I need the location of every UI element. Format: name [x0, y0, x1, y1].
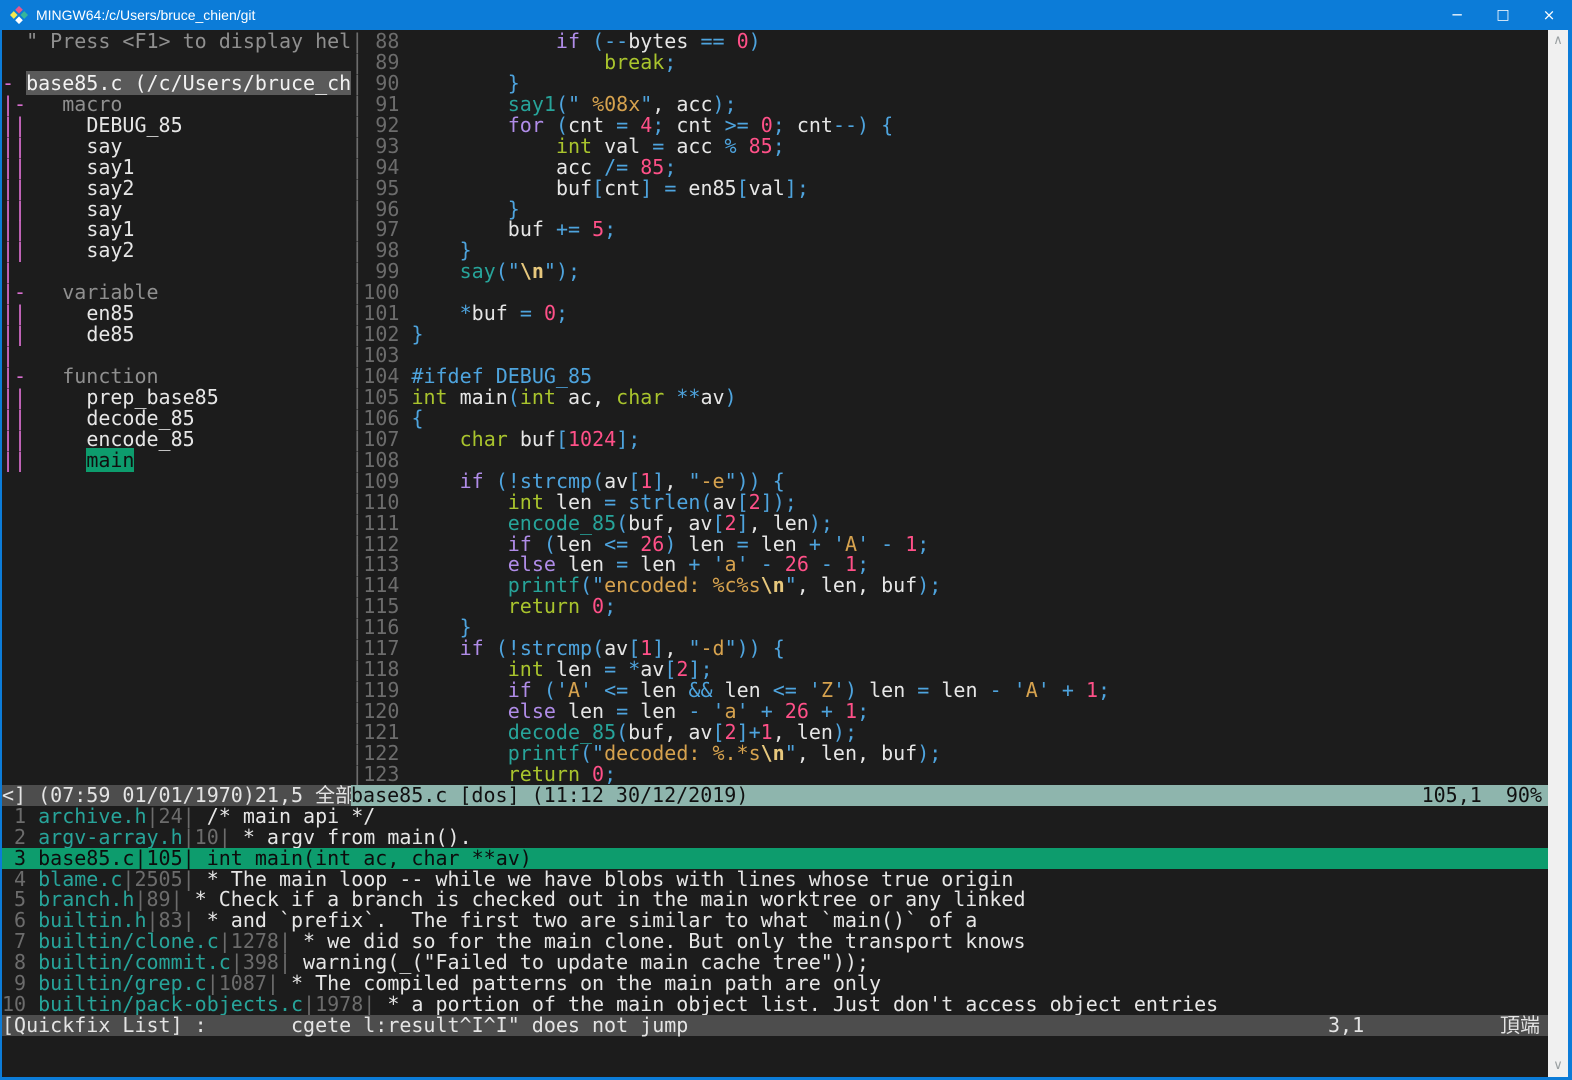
quickfix-item[interactable]: 9 builtin/grep.c|1087| * The compiled pa… [2, 973, 1548, 994]
terminal-row[interactable]: |120 else len = len - 'a' + 26 + 1; [2, 701, 1548, 722]
terminal-row[interactable]: |115 return 0; [2, 596, 1548, 617]
terminal-row[interactable]: |110 int len = strlen(av[2]); [2, 491, 1548, 513]
quickfix-item[interactable]: 10 builtin/pack-objects.c|1978| * a port… [2, 994, 1548, 1015]
quickfix-item[interactable]: 5 branch.h|89| * Check if a branch is ch… [2, 889, 1548, 910]
minimize-button[interactable]: ─ [1434, 0, 1480, 30]
terminal-row[interactable]: || say1 | 97 buf += 5; [2, 219, 1548, 240]
quickfix-item[interactable]: 6 builtin.h|83| * and `prefix`. The firs… [2, 910, 1548, 931]
title-bar[interactable]: MINGW64:/c/Users/bruce_chien/git ─ □ × [0, 0, 1572, 30]
terminal-row[interactable]: || main |108 [2, 447, 1548, 472]
scroll-down-icon[interactable]: ∨ [1548, 1058, 1568, 1074]
quickfix-item[interactable]: 2 argv-array.h|10| * argv from main(). [2, 826, 1548, 848]
window-controls: ─ □ × [1434, 0, 1572, 30]
msys-icon [10, 6, 28, 24]
terminal-area: " Press <F1> to display hel| 88 if (--by… [0, 30, 1572, 1080]
quickfix-item[interactable]: 8 builtin/commit.c|398| warning(_("Faile… [2, 952, 1548, 973]
status-line[interactable]: <] (07:59 01/01/1970)21,5 全部base85.c [do… [2, 784, 1548, 806]
terminal-row[interactable]: |114 printf("encoded: %c%s\n", len, buf)… [2, 575, 1548, 596]
terminal-row[interactable]: - base85.c (/c/Users/bruce_ch| 90 } [2, 70, 1548, 95]
terminal-row[interactable]: |121 decode_85(buf, av[2]+1, len); [2, 721, 1548, 743]
terminal-row[interactable]: || say | 93 int val = acc % 85; [2, 135, 1548, 157]
terminal-row[interactable]: |118 int len = *av[2]; [2, 659, 1548, 680]
vim-screen[interactable]: " Press <F1> to display hel| 88 if (--by… [2, 30, 1548, 1077]
terminal-rows: " Press <F1> to display hel| 88 if (--by… [2, 31, 1548, 1057]
terminal-row[interactable]: |123 return 0; [2, 763, 1548, 785]
terminal-row[interactable]: |116 } [2, 617, 1548, 638]
quickfix-item[interactable]: 4 blame.c|2505| * The main loop -- while… [2, 868, 1548, 890]
window-title: MINGW64:/c/Users/bruce_chien/git [36, 7, 256, 23]
quickfix-item[interactable]: 7 builtin/clone.c|1278| * we did so for … [2, 931, 1548, 952]
terminal-row[interactable]: |109 if (!strcmp(av[1], "-e")) { [2, 470, 1548, 492]
terminal-row[interactable]: || say | 96 } [2, 198, 1548, 220]
quickfix-status-line[interactable]: [Quickfix List] : cgete l:result^I^I" do… [2, 1015, 1548, 1036]
terminal-row[interactable]: |113 else len = len + 'a' - 26 - 1; [2, 554, 1548, 575]
close-button[interactable]: × [1526, 0, 1572, 30]
terminal-row[interactable]: || encode_85 |107 char buf[1024]; [2, 428, 1548, 450]
terminal-row[interactable]: " Press <F1> to display hel| 88 if (--by… [2, 31, 1548, 52]
terminal-row[interactable]: |- function |104 #ifdef DEBUG_85 [2, 366, 1548, 387]
terminal-row[interactable]: || say2 | 98 } [2, 240, 1548, 261]
terminal-row[interactable]: |111 encode_85(buf, av[2], len); [2, 512, 1548, 534]
terminal-row[interactable]: || say1 | 94 acc /= 85; [2, 156, 1548, 178]
terminal-window: MINGW64:/c/Users/bruce_chien/git ─ □ × "… [0, 0, 1572, 1080]
terminal-row[interactable]: | |103 [2, 345, 1548, 366]
maximize-button[interactable]: □ [1480, 0, 1526, 30]
command-line[interactable] [2, 1036, 1548, 1057]
terminal-row[interactable]: |122 printf("decoded: %.*s\n", len, buf)… [2, 742, 1548, 764]
quickfix-item-selected[interactable]: 3 base85.c|105| int main(int ac, char **… [2, 847, 1548, 869]
quickfix-item[interactable]: 1 archive.h|24| /* main api */ [2, 805, 1548, 827]
terminal-row[interactable]: |117 if (!strcmp(av[1], "-d")) { [2, 638, 1548, 659]
terminal-row[interactable]: |112 if (len <= 26) len = len + 'A' - 1; [2, 533, 1548, 555]
terminal-row[interactable]: |119 if ('A' <= len && len <= 'Z') len =… [2, 680, 1548, 701]
terminal-row[interactable]: |- macro | 91 say1(" %08x", acc); [2, 93, 1548, 115]
terminal-row[interactable]: || prep_base85 |105 int main(int ac, cha… [2, 386, 1548, 408]
terminal-row[interactable]: || DEBUG_85 | 92 for (cnt = 4; cnt >= 0;… [2, 114, 1548, 136]
terminal-row[interactable]: || decode_85 |106 { [2, 407, 1548, 429]
terminal-row[interactable]: || say2 | 95 buf[cnt] = en85[val]; [2, 177, 1548, 199]
scroll-up-icon[interactable]: ∧ [1548, 33, 1568, 49]
terminal-row[interactable]: || en85 |101 *buf = 0; [2, 303, 1548, 324]
terminal-row[interactable]: || de85 |102 } [2, 324, 1548, 345]
terminal-row[interactable]: | 89 break; [2, 51, 1548, 73]
scrollbar[interactable]: ∧ ∨ [1548, 30, 1568, 1077]
terminal-row[interactable]: | | 99 say("\n"); [2, 261, 1548, 282]
terminal-row[interactable]: |- variable |100 [2, 282, 1548, 303]
